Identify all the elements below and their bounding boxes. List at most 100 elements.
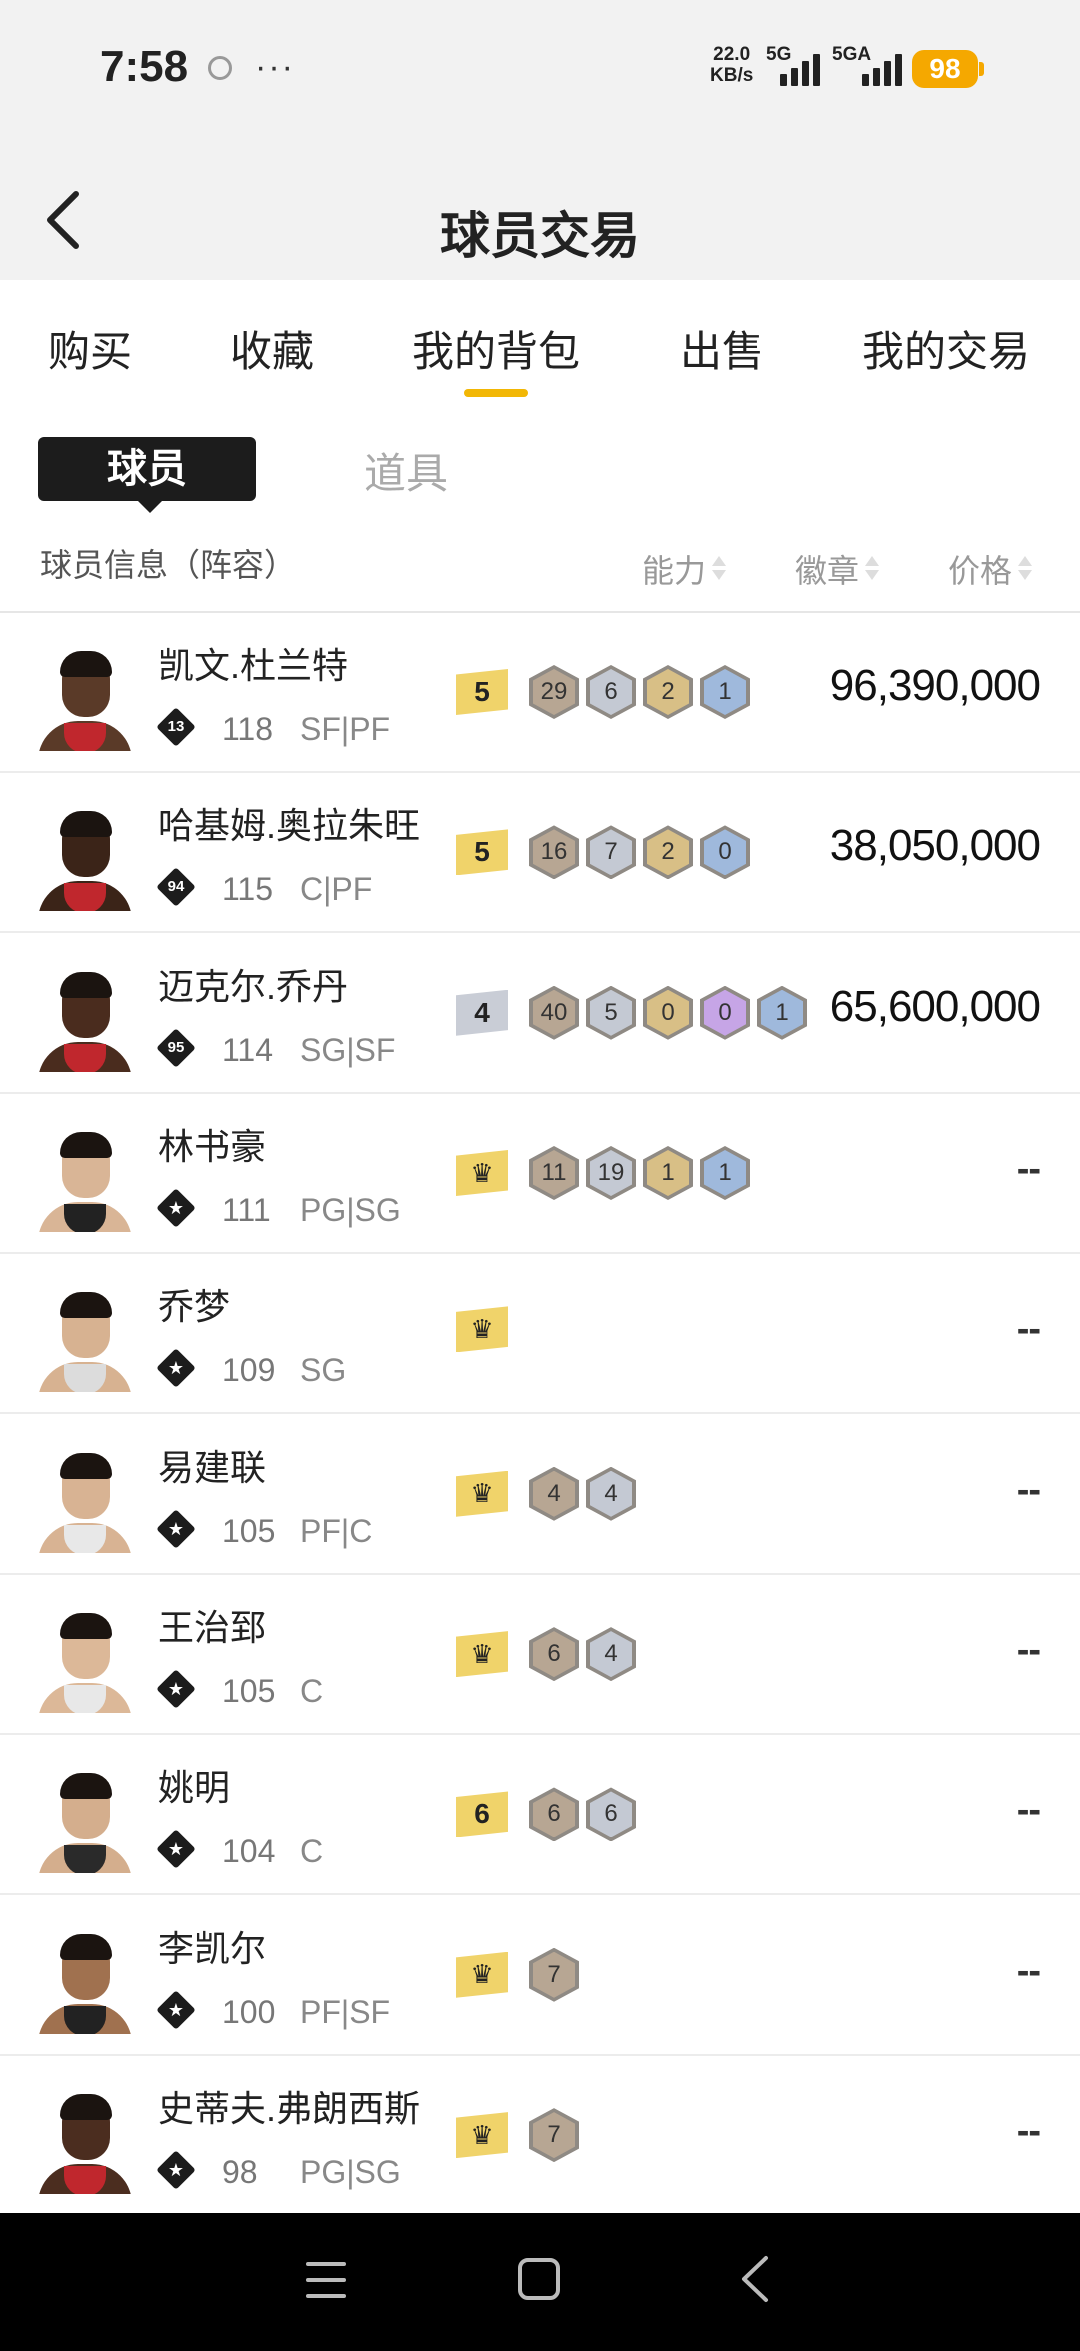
- badge-count-value: 40: [540, 998, 568, 1026]
- badge-count-value: 0: [661, 998, 675, 1026]
- player-row[interactable]: 林书豪 ★ 111 PG|SG ♛ 11 19 1 1 --: [0, 1094, 1080, 1255]
- player-position: C|PF: [300, 871, 373, 908]
- level-chip: 4: [456, 989, 508, 1036]
- level-value: 5: [474, 676, 490, 707]
- home-icon[interactable]: [518, 2258, 560, 2300]
- player-rating: 98: [222, 2154, 258, 2191]
- level-chip: 6: [456, 1791, 508, 1838]
- tab-my-backpack[interactable]: 我的背包: [412, 318, 580, 379]
- badge-count-value: 6: [547, 1800, 561, 1828]
- player-rating: 104: [222, 1833, 276, 1870]
- crown-icon: ♛: [470, 1157, 494, 1188]
- badge-count-bronze: 40: [529, 985, 579, 1040]
- tab-my-trades[interactable]: 我的交易: [862, 318, 1030, 379]
- player-row[interactable]: 姚明 ★ 104 C 6 6 6 --: [0, 1735, 1080, 1896]
- sort-icon: [1018, 556, 1033, 582]
- badge-count-value: 1: [718, 678, 732, 705]
- recent-apps-icon[interactable]: [306, 2262, 346, 2298]
- column-player-info: 球员信息（阵容）: [40, 547, 297, 583]
- player-rating: 105: [222, 1673, 276, 1710]
- player-row[interactable]: 史蒂夫.弗朗西斯 ★ 98 PG|SG ♛ 7 --: [0, 2056, 1080, 2217]
- player-row[interactable]: 李凯尔 ★ 100 PF|SF ♛ 7 --: [0, 1896, 1080, 2056]
- column-price-sort[interactable]: 价格: [948, 546, 1033, 592]
- badge-count-blue: 1: [757, 985, 807, 1040]
- column-price-label: 价格: [948, 553, 1013, 589]
- crown-icon: ♛: [470, 2119, 494, 2150]
- badge-count-bronze: 7: [529, 2108, 579, 2163]
- system-back-icon[interactable]: [740, 2254, 770, 2304]
- player-position: C: [300, 1833, 324, 1870]
- player-rating: 111: [222, 1192, 271, 1229]
- star-icon: ★: [167, 2160, 185, 2181]
- status-bar: 7:58 ··· 22.0 KB/s 5G 5GA 98: [0, 0, 1080, 150]
- star-icon: ★: [167, 1679, 185, 1700]
- player-price: --: [1016, 1629, 1041, 1672]
- badge-count-silver: 4: [586, 1627, 636, 1682]
- ability-badge-chips: ♛ 7: [456, 2108, 579, 2163]
- player-price: --: [1016, 1308, 1041, 1351]
- ability-badge-chips: ♛ 4 4: [456, 1466, 636, 1521]
- player-avatar: [38, 1284, 132, 1393]
- badge-count-gold: 0: [643, 985, 693, 1040]
- player-price: --: [1016, 1789, 1041, 1832]
- crown-icon: ♛: [470, 1959, 494, 1990]
- badge-count-value: 4: [604, 1640, 618, 1668]
- badge-count-blue: 1: [700, 665, 750, 719]
- tab-favorites[interactable]: 收藏: [230, 318, 314, 379]
- level-chip: 5: [456, 669, 508, 715]
- page-title: 球员交易: [440, 208, 640, 264]
- column-badges-sort[interactable]: 徽章: [795, 546, 880, 592]
- player-price: --: [1016, 2110, 1041, 2153]
- badge-count-bronze: 4: [529, 1466, 579, 1521]
- badge-count-value: 1: [661, 1159, 675, 1187]
- player-position: SG: [300, 1352, 347, 1389]
- player-row[interactable]: 凯文.杜兰特 13 118 SF|PF 5 29 6 2 1 96,390,000: [0, 613, 1080, 773]
- player-avatar: [38, 1765, 132, 1874]
- crown-icon: ♛: [470, 1313, 494, 1344]
- badge-count-value: 4: [547, 1479, 561, 1507]
- level-value: 4: [474, 996, 490, 1028]
- player-row[interactable]: 易建联 ★ 105 PF|C ♛ 4 4 --: [0, 1415, 1080, 1575]
- lineup-badge-icon: ★: [156, 2150, 196, 2190]
- column-ability-sort[interactable]: 能力: [642, 546, 727, 592]
- badge-count-value: 6: [604, 1800, 618, 1828]
- star-icon: ★: [167, 1198, 185, 1219]
- lineup-badge-number: 95: [167, 1038, 185, 1056]
- player-name: 林书豪: [158, 1126, 267, 1168]
- player-price: --: [1016, 1949, 1041, 1992]
- badge-count-bronze: 6: [529, 1787, 579, 1842]
- badge-count-bronze: 7: [529, 1947, 579, 2002]
- level-crown-icon: ♛: [456, 1470, 508, 1517]
- lineup-badge-icon: ★: [156, 1829, 196, 1870]
- player-avatar: [38, 1124, 132, 1233]
- player-position: PF|C: [300, 1512, 373, 1549]
- lineup-badge-icon: ★: [156, 1508, 196, 1549]
- player-name: 哈基姆.奥拉朱旺: [158, 805, 421, 847]
- badge-count-value: 4: [604, 1479, 618, 1507]
- player-name: 王治郅: [158, 1607, 267, 1649]
- badge-count-gold: 2: [643, 665, 693, 719]
- level-value: 6: [474, 1798, 490, 1830]
- battery-icon: 98: [912, 50, 984, 88]
- ability-badge-chips: ♛: [456, 1306, 522, 1353]
- ability-badge-chips: 4 40 5 0 0 1: [456, 985, 807, 1040]
- lineup-badge-icon: 94: [156, 867, 196, 908]
- ability-badge-chips: 6 6 6: [456, 1787, 636, 1842]
- badge-count-silver: 19: [586, 1146, 636, 1201]
- badge-count-value: 1: [718, 1159, 732, 1187]
- tab-buy[interactable]: 购买: [48, 318, 132, 379]
- subtab-items[interactable]: 道具: [364, 440, 448, 501]
- tab-sell[interactable]: 出售: [680, 318, 764, 379]
- player-rating: 114: [222, 1031, 274, 1068]
- column-badges-label: 徽章: [795, 553, 860, 589]
- player-row[interactable]: 迈克尔.乔丹 95 114 SG|SF 4 40 5 0 0 1 65,600,000: [0, 934, 1080, 1094]
- level-crown-icon: ♛: [456, 2112, 508, 2159]
- player-row[interactable]: 哈基姆.奥拉朱旺 94 115 C|PF 5 16 7 2 0 38,050,000: [0, 773, 1080, 934]
- badge-count-value: 1: [775, 998, 789, 1026]
- player-row[interactable]: 乔梦 ★ 109 SG ♛ --: [0, 1254, 1080, 1415]
- star-icon: ★: [167, 1839, 185, 1860]
- player-row[interactable]: 王治郅 ★ 105 C ♛ 6 4 --: [0, 1575, 1080, 1736]
- badge-count-value: 16: [540, 838, 568, 866]
- lineup-badge-number: 13: [167, 718, 185, 735]
- subtab-players[interactable]: 球员: [38, 437, 256, 513]
